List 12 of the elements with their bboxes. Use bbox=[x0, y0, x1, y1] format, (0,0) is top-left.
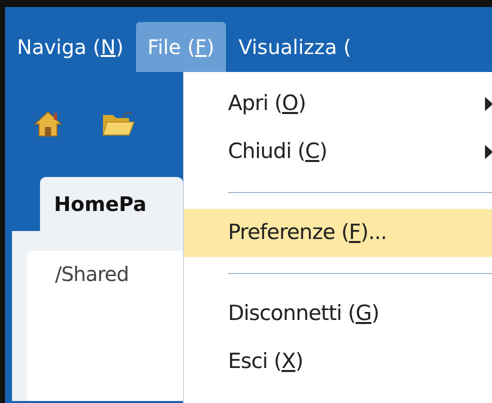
menu-item[interactable]: Disconnetti (G) bbox=[184, 290, 492, 338]
submenu-arrow-icon bbox=[485, 145, 492, 159]
menu-item[interactable]: Apri (O) bbox=[184, 80, 492, 128]
tab[interactable]: HomePa bbox=[40, 177, 183, 231]
path-text: /Shared bbox=[55, 262, 129, 286]
submenu-arrow-icon bbox=[485, 97, 492, 111]
menu-item[interactable]: Preferenze (F)... bbox=[184, 209, 492, 257]
menu-item[interactable]: Naviga (N) bbox=[5, 22, 136, 72]
menu-item[interactable]: Esci (X) bbox=[184, 338, 492, 386]
menu-item[interactable]: Chiudi (C) bbox=[184, 128, 492, 176]
home-icon[interactable] bbox=[33, 108, 63, 138]
menu-item[interactable]: Visualizza ( bbox=[226, 22, 364, 72]
